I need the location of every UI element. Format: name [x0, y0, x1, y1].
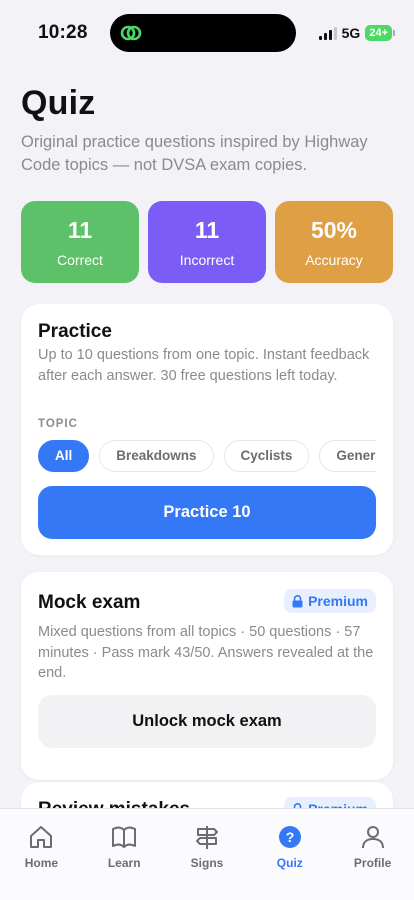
topic-chip-breakdowns[interactable]: Breakdowns [99, 440, 214, 472]
tab-quiz[interactable]: ? Quiz [248, 809, 331, 900]
question-icon: ? [278, 826, 301, 848]
stat-correct: 11 Correct [21, 201, 139, 283]
network-type: 5G [341, 25, 361, 41]
page-title: Quiz [21, 84, 96, 122]
tab-bar: Home Learn Signs ? Quiz Profile [0, 808, 414, 900]
stat-value: 50% [310, 217, 358, 243]
stat-incorrect: 11 Incorrect [148, 201, 266, 283]
mock-exam-description: Mixed questions from all topics · 50 que… [38, 624, 374, 681]
tab-label: Learn [107, 856, 141, 870]
dynamic-island [110, 14, 296, 52]
practice-description: Up to 10 questions from one topic. Insta… [38, 347, 370, 384]
topic-label: TOPIC [38, 418, 78, 430]
tab-profile[interactable]: Profile [331, 809, 414, 900]
signpost-icon [195, 826, 218, 849]
stat-accuracy: 50% Accuracy [275, 201, 393, 283]
topic-chip-general[interactable]: General [319, 440, 376, 472]
stat-value: 11 [67, 217, 93, 243]
stat-label: Accuracy [305, 252, 363, 268]
signal-icon [318, 26, 337, 40]
premium-badge-label: Premium [308, 593, 368, 609]
stats-row: 11 Correct 11 Incorrect 50% Accuracy [21, 201, 393, 283]
tab-label: Profile [353, 856, 392, 870]
link-icon [120, 25, 142, 41]
practice-button[interactable]: Practice 10 [38, 486, 376, 539]
unlock-mock-exam-button[interactable]: Unlock mock exam [38, 695, 376, 748]
status-indicators: 5G 24+ [318, 25, 395, 41]
tab-label: Signs [190, 856, 224, 870]
topic-chip-cyclists[interactable]: Cyclists [223, 440, 310, 472]
home-icon [30, 826, 53, 848]
tab-label: Home [24, 856, 59, 870]
stat-label: Correct [57, 252, 103, 268]
tab-signs[interactable]: Signs [166, 809, 249, 900]
status-bar: 10:28 5G 24+ [0, 0, 414, 66]
svg-text:?: ? [286, 829, 295, 845]
mock-exam-card: Mock exam Premium Mixed questions from a… [21, 572, 393, 780]
mock-exam-title: Mock exam [38, 592, 141, 613]
lock-icon [292, 594, 303, 607]
book-icon [112, 826, 137, 848]
practice-title: Practice [38, 321, 112, 342]
tab-learn[interactable]: Learn [83, 809, 166, 900]
practice-card: Practice Up to 10 questions from one top… [21, 304, 393, 555]
premium-badge: Premium [284, 589, 376, 613]
battery-icon: 24+ [365, 25, 395, 41]
tab-label: Quiz [276, 856, 303, 870]
stat-value: 11 [194, 217, 220, 243]
tab-home[interactable]: Home [0, 809, 83, 900]
status-time: 10:28 [38, 22, 88, 43]
page-subtitle: Original practice questions inspired by … [21, 133, 368, 174]
topic-chips[interactable]: All Breakdowns Cyclists General [38, 440, 376, 474]
topic-chip-all[interactable]: All [38, 440, 90, 472]
person-icon [361, 826, 384, 849]
stat-label: Incorrect [179, 252, 235, 268]
